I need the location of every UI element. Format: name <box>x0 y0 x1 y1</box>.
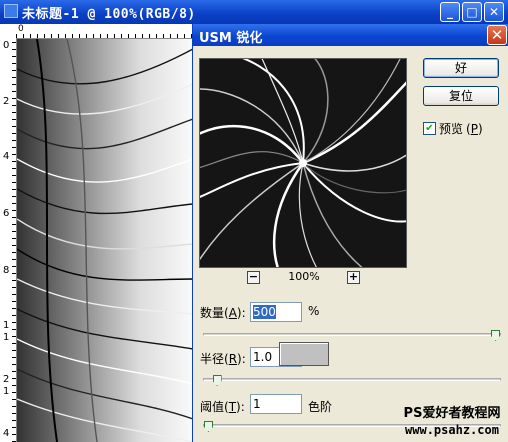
threshold-input[interactable]: 1 <box>250 394 302 414</box>
zoom-controls: − 100% + <box>247 270 367 287</box>
document-title: 未标题-1 @ 100%(RGB/8) <box>22 7 196 22</box>
reset-button[interactable]: 复位 <box>423 86 499 106</box>
ruler-label: 0 <box>3 40 10 51</box>
window-close-button[interactable]: ✕ <box>484 2 504 22</box>
dialog-titlebar[interactable]: USM 锐化 ✕ <box>193 24 508 46</box>
ruler-label: 2 <box>3 374 10 385</box>
ruler-label: 1 <box>3 386 10 397</box>
amount-slider-thumb[interactable] <box>491 330 500 341</box>
preview-checkbox[interactable]: ✔ <box>423 122 436 135</box>
ruler-label: 0 <box>18 24 24 34</box>
ruler-label: 1 <box>3 320 10 331</box>
unsharp-mask-dialog: USM 锐化 ✕ − 100% + 好 复位 ✔ 预览 (P) 数量(A): 5… <box>192 24 508 442</box>
ok-button[interactable]: 好 <box>423 58 499 78</box>
ruler-label: 1 <box>3 332 10 343</box>
dialog-title: USM 锐化 <box>199 31 263 46</box>
radius-label: 半径(R): <box>200 352 246 366</box>
threshold-slider-thumb[interactable] <box>204 421 213 432</box>
preview-access-key: P <box>470 121 478 136</box>
document-canvas[interactable] <box>17 39 193 442</box>
watermark-line2: www.psahz.com <box>405 423 499 437</box>
vertical-ruler[interactable]: 0 2 4 6 8 1 1 2 1 4 <box>0 38 17 442</box>
ruler-label: 8 <box>3 265 10 276</box>
gray-popup-box <box>279 342 329 366</box>
ruler-label: 2 <box>3 96 10 107</box>
watermark: PS爱好者教程网 www.psahz.com <box>398 406 506 438</box>
maximize-button[interactable]: □ <box>462 2 482 22</box>
document-titlebar[interactable]: 未标题-1 @ 100%(RGB/8) _ □ ✕ <box>0 0 508 24</box>
ruler-label: 4 <box>3 428 10 439</box>
zoom-out-button[interactable]: − <box>247 271 260 284</box>
dialog-close-button[interactable]: ✕ <box>487 25 507 45</box>
swirl-preview-image <box>200 59 406 267</box>
zoom-in-button[interactable]: + <box>347 271 360 284</box>
amount-label: 数量(A): <box>200 306 246 320</box>
threshold-unit: 色阶 <box>308 400 333 414</box>
swirl-canvas-image <box>17 39 193 442</box>
amount-slider[interactable] <box>203 330 501 341</box>
minimize-button[interactable]: _ <box>440 2 460 22</box>
watermark-line1: PS爱好者教程网 <box>403 406 501 421</box>
ruler-label: 6 <box>3 208 10 219</box>
preview-checkbox-label: 预览 <box>439 122 464 136</box>
radius-slider-thumb[interactable] <box>212 375 222 386</box>
ruler-label: 4 <box>3 151 10 162</box>
amount-unit: % <box>308 304 320 318</box>
preview-toggle[interactable]: ✔ 预览 (P) <box>423 120 483 137</box>
threshold-label: 阈值(T): <box>200 400 245 414</box>
photoshop-document-icon <box>4 4 18 18</box>
amount-input[interactable]: 500 <box>250 302 302 322</box>
filter-preview[interactable] <box>199 58 407 268</box>
radius-slider[interactable] <box>203 375 501 386</box>
zoom-level: 100% <box>288 270 320 283</box>
